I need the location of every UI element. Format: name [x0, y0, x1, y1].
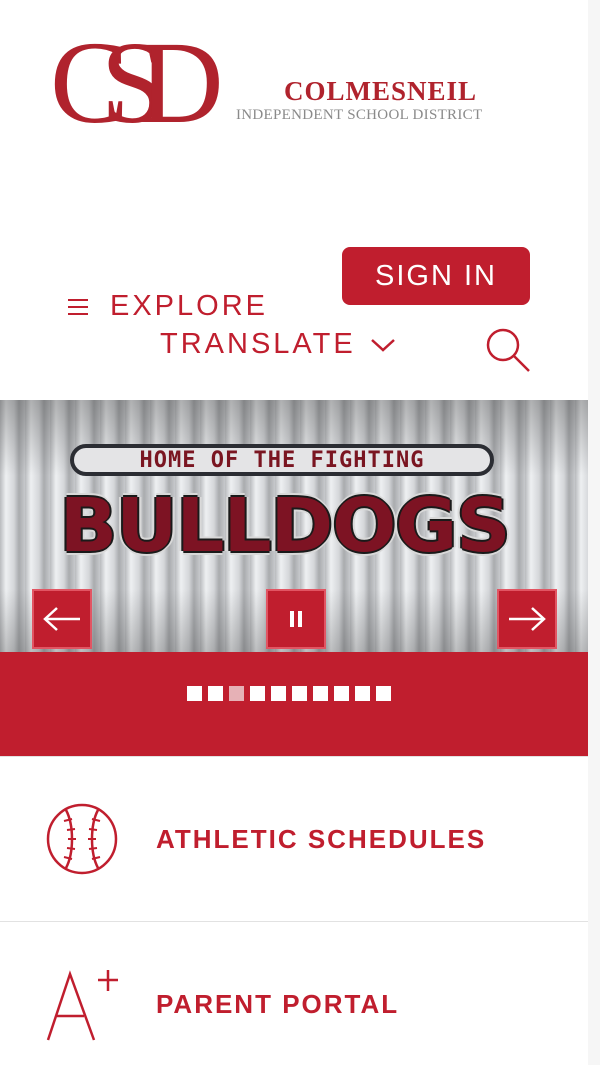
hero-slideshow: HOME OF THE FIGHTING BULLDOGS: [0, 400, 588, 652]
pause-icon: [290, 611, 294, 627]
slide-dot-4[interactable]: [250, 686, 265, 701]
slide-dot-3[interactable]: [229, 686, 244, 701]
slide-sign-main: BULLDOGS: [59, 483, 511, 569]
slide-dot-1[interactable]: [187, 686, 202, 701]
arrow-right-icon: [509, 607, 546, 631]
district-logo[interactable]: CSD COLMESNEIL INDEPENDENT SCHOOL DISTRI…: [50, 18, 550, 138]
page: CSD COLMESNEIL INDEPENDENT SCHOOL DISTRI…: [0, 0, 588, 1065]
translate-dropdown[interactable]: TRANSLATE: [160, 328, 396, 361]
a-plus-icon: [46, 970, 118, 1041]
slide-dots: [187, 686, 397, 701]
csd-monogram: CSD: [50, 18, 247, 138]
slide-dot-9[interactable]: [355, 686, 370, 701]
parent-portal-label: PARENT PORTAL: [156, 988, 400, 1019]
arrow-left-icon: [43, 607, 80, 631]
baseball-icon: [46, 803, 118, 875]
slide-dot-5[interactable]: [271, 686, 286, 701]
slide-indicator-bar: [0, 652, 588, 756]
chevron-down-icon: [370, 338, 395, 352]
explore-label: EXPLORE: [110, 290, 268, 322]
slide-sign-top: HOME OF THE FIGHTING: [70, 444, 494, 476]
previous-slide-button[interactable]: [32, 589, 92, 649]
slide-dot-8[interactable]: [334, 686, 349, 701]
page-edge: [588, 0, 600, 1065]
athletic-schedules-label: ATHLETIC SCHEDULES: [156, 823, 487, 854]
district-subtitle: INDEPENDENT SCHOOL DISTRICT: [236, 107, 483, 123]
district-name: COLMESNEIL: [284, 76, 478, 106]
pause-slideshow-button[interactable]: [266, 589, 326, 649]
explore-menu-button[interactable]: EXPLORE: [68, 290, 268, 323]
parent-portal-link[interactable]: PARENT PORTAL: [0, 921, 588, 1086]
slide-dot-2[interactable]: [208, 686, 223, 701]
hamburger-icon: [68, 294, 88, 320]
slide-dot-7[interactable]: [313, 686, 328, 701]
athletic-schedules-link[interactable]: ATHLETIC SCHEDULES: [0, 756, 588, 921]
slide-dot-6[interactable]: [292, 686, 307, 701]
search-button[interactable]: [484, 326, 532, 379]
next-slide-button[interactable]: [497, 589, 557, 649]
search-icon: [486, 328, 530, 372]
translate-label: TRANSLATE: [160, 328, 356, 360]
slide-dot-10[interactable]: [376, 686, 391, 701]
svg-text:CSD: CSD: [50, 18, 219, 138]
sign-in-button[interactable]: SIGN IN: [342, 247, 530, 305]
